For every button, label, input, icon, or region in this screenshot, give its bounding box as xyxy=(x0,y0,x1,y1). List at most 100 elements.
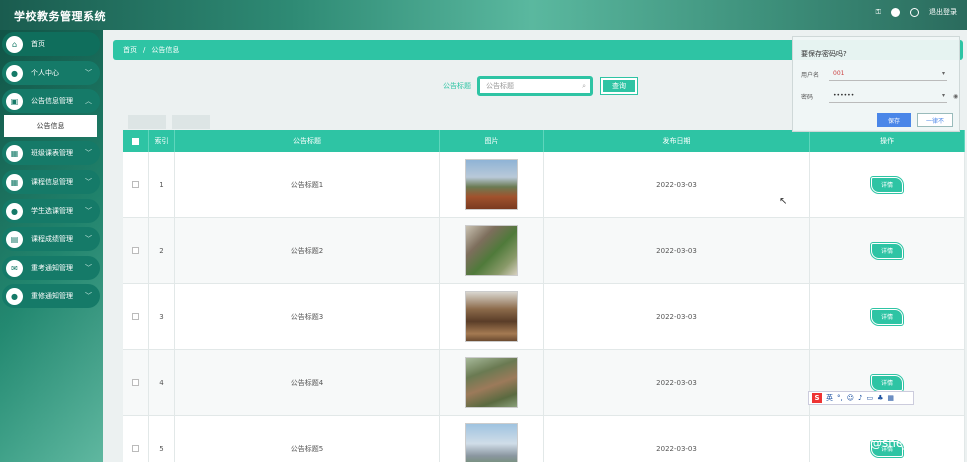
grid-icon: ▦ xyxy=(6,173,23,191)
never-save-button[interactable]: 一律不 xyxy=(917,113,953,127)
user-icon: ● xyxy=(6,287,23,305)
row-checkbox[interactable] xyxy=(132,379,139,386)
toolbox-icon[interactable]: ▦ xyxy=(887,394,894,402)
row-action-cell: 详情 xyxy=(810,284,965,349)
breadcrumb-home[interactable]: 首页 xyxy=(123,45,137,55)
emoji-icon[interactable]: ☺ xyxy=(847,394,854,402)
sidebar-item-label: 重考通知管理 xyxy=(31,264,73,272)
skin-icon[interactable]: ♣ xyxy=(877,394,883,402)
password-field[interactable]: •••••• ▾ xyxy=(829,89,947,103)
mouse-cursor-icon: ↖ xyxy=(779,196,788,207)
row-image-cell xyxy=(440,218,544,283)
username-field[interactable]: 001 ▾ xyxy=(829,67,947,81)
row-action-cell: 详情 xyxy=(810,152,965,217)
row-checkbox[interactable] xyxy=(132,247,139,254)
header-date: 发布日期 xyxy=(544,130,810,152)
sidebar-item-personal-center[interactable]: ● 个人中心 ﹀ xyxy=(2,61,100,85)
row-checkbox-cell xyxy=(123,152,149,217)
key-icon[interactable]: ⚿ xyxy=(876,8,881,17)
search-button[interactable]: 查询 xyxy=(600,77,638,95)
sidebar-item-class-schedule[interactable]: ▦ 班级课表管理 ﹀ xyxy=(2,141,100,165)
header-index: 索引 xyxy=(149,130,175,152)
sidebar-item-home[interactable]: ⌂ 首页 xyxy=(2,32,100,56)
ime-toolbar: S 英 °, ☺ ♪ ▭ ♣ ▦ xyxy=(808,391,914,405)
detail-button[interactable]: 详情 xyxy=(870,307,904,326)
circle-icon[interactable] xyxy=(891,7,900,17)
sidebar-item-course-selection[interactable]: ● 学生选课管理 ﹀ xyxy=(2,199,100,223)
submenu-notice-info[interactable]: 公告信息 xyxy=(4,115,97,137)
username-label: 用户名 xyxy=(801,71,820,79)
search-input[interactable]: 公告标题 ⌕ xyxy=(477,76,593,96)
home-icon: ⌂ xyxy=(6,35,23,53)
row-checkbox[interactable] xyxy=(132,313,139,320)
row-date: 2022-03-03 xyxy=(544,218,810,283)
chevron-down-icon: ﹀ xyxy=(85,292,92,300)
chevron-down-icon: ﹀ xyxy=(85,149,92,157)
search-icon: ⌕ xyxy=(582,81,586,90)
sidebar: ⌂ 首页 ● 个人中心 ﹀ ▣ 公告信息管理 ︿ 公告信息 ▦ 班级课表管理 ﹀… xyxy=(0,30,103,462)
eye-icon[interactable]: ◉ xyxy=(953,93,958,100)
username-row: 用户名 001 ▾ xyxy=(801,67,947,81)
sidebar-item-label: 重修通知管理 xyxy=(31,292,73,300)
user-icon: ● xyxy=(6,202,23,220)
header-title: 公告标题 xyxy=(175,130,440,152)
detail-button[interactable]: 详情 xyxy=(870,241,904,260)
sogou-logo-icon[interactable]: S xyxy=(812,393,822,403)
row-title: 公告标题4 xyxy=(175,350,440,415)
logout-button[interactable]: 退出登录 xyxy=(929,7,957,17)
notice-image xyxy=(465,357,518,408)
row-checkbox[interactable] xyxy=(132,445,139,452)
microphone-icon[interactable]: ♪ xyxy=(858,394,862,402)
table-row: 3 公告标题3 2022-03-03 详情 xyxy=(123,284,965,350)
row-image-cell xyxy=(440,350,544,415)
sidebar-item-label: 班级课表管理 xyxy=(31,149,73,157)
notice-image xyxy=(465,291,518,342)
dropdown-arrow-icon[interactable]: ▾ xyxy=(942,92,945,99)
table-row: 1 公告标题1 2022-03-03 详情 xyxy=(123,152,965,218)
chevron-down-icon: ﹀ xyxy=(85,178,92,186)
row-date: 2022-03-03 xyxy=(544,284,810,349)
delete-button[interactable] xyxy=(172,115,210,129)
notice-image xyxy=(465,159,518,210)
add-button[interactable] xyxy=(128,115,166,129)
row-checkbox-cell xyxy=(123,350,149,415)
mail-icon: ✉ xyxy=(6,259,23,277)
sidebar-item-course-grades[interactable]: ▤ 课程成绩管理 ﹀ xyxy=(2,227,100,251)
table-icon: ▤ xyxy=(6,230,23,248)
sidebar-item-label: 首页 xyxy=(31,40,45,48)
sidebar-item-retake-course[interactable]: ● 重修通知管理 ﹀ xyxy=(2,284,100,308)
row-title: 公告标题2 xyxy=(175,218,440,283)
chevron-down-icon: ﹀ xyxy=(85,235,92,243)
save-password-button[interactable]: 保存 xyxy=(877,113,911,127)
circle-icon[interactable] xyxy=(910,7,919,17)
sidebar-item-retake-exam[interactable]: ✉ 重考通知管理 ﹀ xyxy=(2,256,100,280)
punctuation-icon[interactable]: °, xyxy=(837,394,843,402)
row-checkbox[interactable] xyxy=(132,181,139,188)
chevron-down-icon: ﹀ xyxy=(85,69,92,77)
row-date: 2022-03-03 xyxy=(544,416,810,462)
password-row: 密码 •••••• ▾ ◉ xyxy=(801,89,958,103)
top-bar: 学校教务管理系统 ⚿ 退出登录 xyxy=(0,0,967,30)
sidebar-item-course-info[interactable]: ▦ 课程信息管理 ﹀ xyxy=(2,170,100,194)
select-all-checkbox[interactable] xyxy=(132,137,139,145)
header-image: 图片 xyxy=(440,130,544,152)
chevron-up-icon: ︿ xyxy=(85,97,92,105)
row-action-cell: 详情 xyxy=(810,218,965,283)
dropdown-arrow-icon[interactable]: ▾ xyxy=(942,70,945,77)
row-index: 5 xyxy=(149,416,175,462)
sidebar-item-label: 课程信息管理 xyxy=(31,178,73,186)
row-image-cell xyxy=(440,152,544,217)
keyboard-icon[interactable]: ▭ xyxy=(867,394,874,402)
row-checkbox-cell xyxy=(123,284,149,349)
detail-button[interactable]: 详情 xyxy=(870,175,904,194)
sidebar-item-notice-management[interactable]: ▣ 公告信息管理 ︿ xyxy=(2,89,100,113)
breadcrumb-current: 公告信息 xyxy=(151,46,180,54)
app-title: 学校教务管理系统 xyxy=(14,10,106,23)
row-date: 2022-03-03 xyxy=(544,152,810,217)
table-row: 2 公告标题2 2022-03-03 详情 xyxy=(123,218,965,284)
row-index: 2 xyxy=(149,218,175,283)
detail-button[interactable]: 详情 xyxy=(870,373,904,392)
row-index: 4 xyxy=(149,350,175,415)
sidebar-item-label: 个人中心 xyxy=(31,69,59,77)
ime-mode[interactable]: 英 xyxy=(826,393,833,403)
